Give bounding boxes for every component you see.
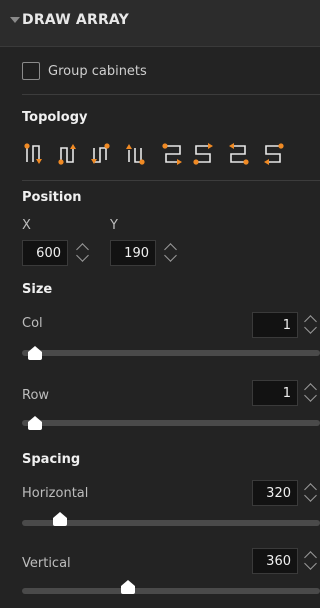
horizontal-slider-thumb[interactable]: [53, 512, 68, 526]
vertical-slider[interactable]: [22, 588, 320, 594]
vertical-label: Vertical: [22, 556, 71, 571]
vertical-spinner[interactable]: [304, 548, 318, 574]
vertical-slider-thumb[interactable]: [121, 580, 136, 594]
y-spinner[interactable]: [164, 240, 178, 266]
section-header[interactable]: DRAW ARRAY: [0, 0, 320, 47]
topology-title: Topology: [22, 110, 88, 125]
collapse-chevron-icon[interactable]: [10, 17, 20, 23]
topology-serpentine-8-icon[interactable]: [262, 138, 288, 168]
divider: [22, 94, 320, 95]
row-input[interactable]: 1: [252, 380, 298, 406]
topology-serpentine-5-icon[interactable]: [160, 138, 186, 168]
col-slider[interactable]: [22, 350, 320, 356]
horizontal-spinner[interactable]: [304, 480, 318, 506]
group-cabinets-checkbox[interactable]: [22, 62, 40, 80]
position-title: Position: [22, 190, 82, 205]
topology-serpentine-1-icon[interactable]: [22, 138, 48, 168]
horizontal-label: Horizontal: [22, 486, 89, 501]
row-slider-thumb[interactable]: [27, 416, 42, 430]
topology-serpentine-7-icon[interactable]: [227, 138, 253, 168]
x-label: X: [22, 218, 31, 233]
size-title: Size: [22, 282, 53, 297]
y-label: Y: [110, 218, 118, 233]
vertical-input[interactable]: 360: [252, 548, 298, 574]
col-input[interactable]: 1: [252, 312, 298, 338]
col-slider-thumb[interactable]: [27, 346, 42, 360]
divider: [22, 180, 320, 181]
x-spinner[interactable]: [76, 240, 90, 266]
spacing-title: Spacing: [22, 452, 81, 467]
topology-serpentine-6-icon[interactable]: [193, 138, 219, 168]
row-label: Row: [22, 388, 50, 403]
y-input[interactable]: 190: [110, 240, 156, 266]
row-slider[interactable]: [22, 420, 320, 426]
x-input[interactable]: 600: [22, 240, 68, 266]
section-title: DRAW ARRAY: [22, 12, 129, 28]
group-cabinets-label: Group cabinets: [48, 64, 147, 79]
col-spinner[interactable]: [304, 312, 318, 338]
topology-serpentine-2-icon[interactable]: [58, 138, 84, 168]
topology-serpentine-4-icon[interactable]: [126, 138, 152, 168]
row-spinner[interactable]: [304, 380, 318, 406]
draw-array-panel: DRAW ARRAY Group cabinets Topology Posit…: [0, 0, 320, 608]
topology-options: [22, 138, 320, 174]
topology-serpentine-3-icon[interactable]: [91, 138, 117, 168]
col-label: Col: [22, 316, 43, 331]
horizontal-input[interactable]: 320: [252, 480, 298, 506]
